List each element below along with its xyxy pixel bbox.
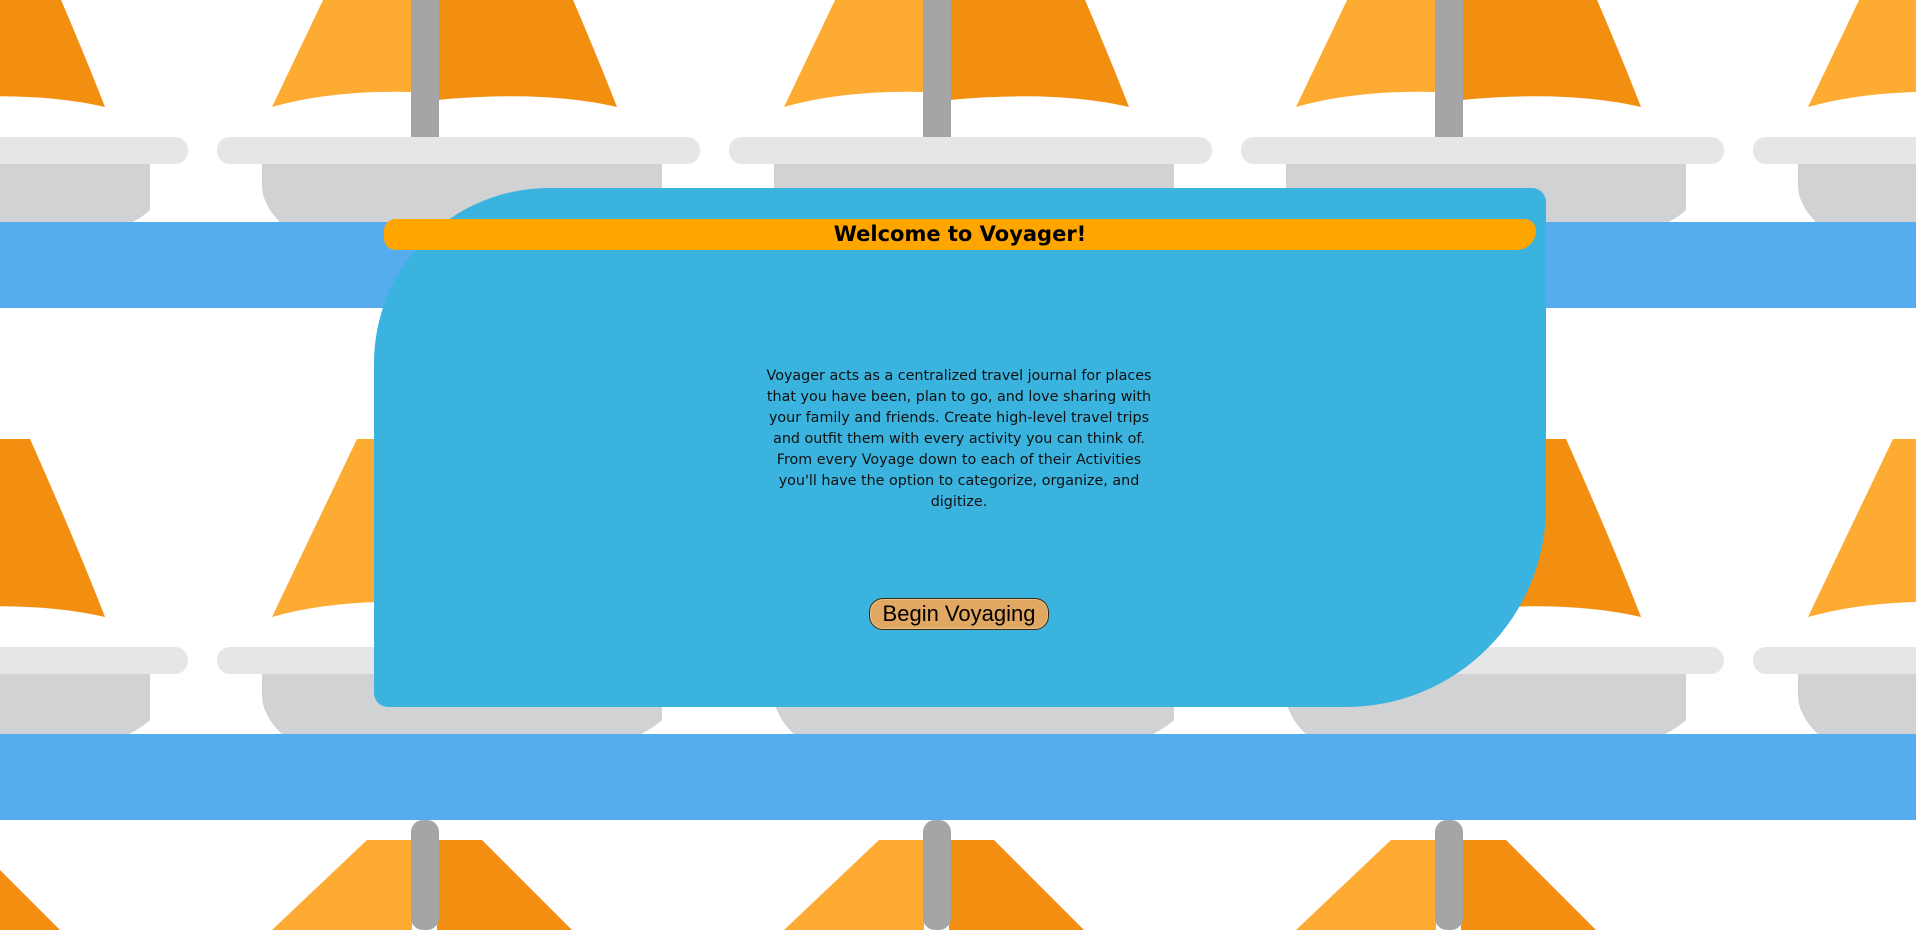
page-title: Welcome to Voyager! — [833, 222, 1087, 246]
sailboat-icon — [1753, 439, 1916, 772]
begin-voyaging-button[interactable]: Begin Voyaging — [869, 598, 1049, 630]
sailboat-icon — [0, 439, 188, 772]
sailboat-icon — [0, 820, 60, 930]
water-band — [0, 734, 1916, 820]
welcome-card: Welcome to Voyager! Voyager acts as a ce… — [374, 188, 1546, 707]
welcome-description: Voyager acts as a centralized travel jou… — [766, 368, 1152, 511]
sailboat-icon — [272, 820, 572, 930]
sailboat-icon — [1296, 820, 1596, 930]
sailboat-icon — [784, 820, 1084, 930]
title-bar: Welcome to Voyager! — [384, 219, 1536, 250]
